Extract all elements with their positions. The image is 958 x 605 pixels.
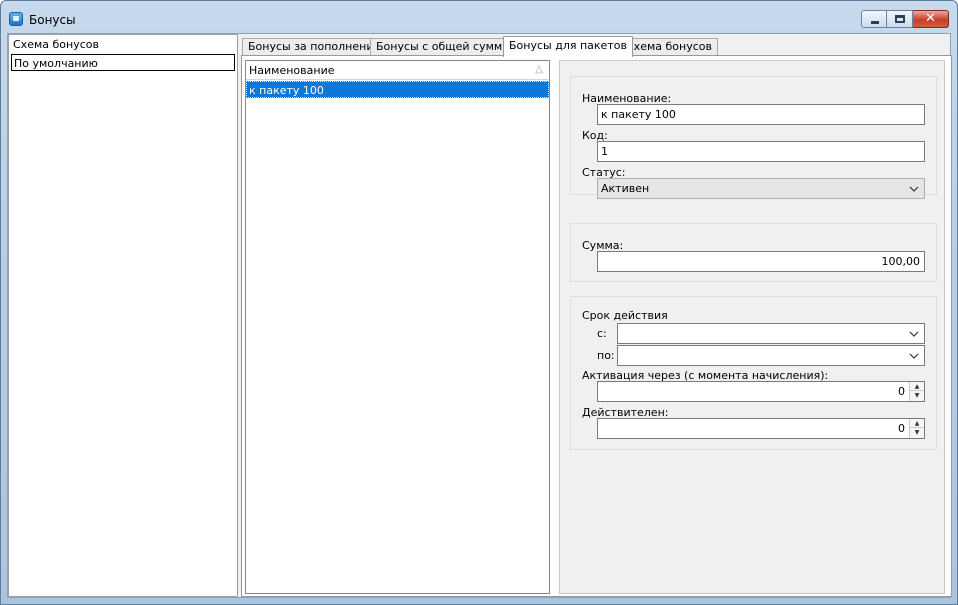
tab-total-sum-bonuses[interactable]: Бонусы с общей суммы xyxy=(370,38,517,56)
sort-ascending-icon: △ xyxy=(535,64,543,75)
minimize-button[interactable] xyxy=(861,10,887,28)
chevron-down-icon xyxy=(909,186,919,192)
sum-field[interactable]: 100,00 xyxy=(597,251,925,272)
valid-spinner[interactable]: 0 ▲ ▼ xyxy=(597,418,925,439)
activation-spinner[interactable]: 0 ▲ ▼ xyxy=(597,381,925,402)
tab-package-bonuses[interactable]: Бонусы для пакетов xyxy=(503,36,633,57)
caption-buttons: ✕ xyxy=(861,10,949,28)
title-bar[interactable]: Бонусы ✕ xyxy=(1,1,957,33)
grid-header-label: Наименование xyxy=(249,64,335,77)
minimize-icon xyxy=(871,21,879,24)
close-icon: ✕ xyxy=(925,11,936,26)
code-field[interactable]: 1 xyxy=(597,141,925,162)
valid-spin-buttons: ▲ ▼ xyxy=(909,419,924,438)
window-frame: Бонусы ✕ Схема бонусов По умолчанию Бону… xyxy=(0,0,958,605)
to-label: по: xyxy=(597,349,615,362)
name-field[interactable]: к пакету 100 xyxy=(597,104,925,125)
tab-page: Наименование △ к пакету 100 Наименование… xyxy=(241,55,952,597)
from-label: с: xyxy=(597,327,607,340)
date-to-select[interactable] xyxy=(617,345,925,366)
bonus-grid[interactable]: Наименование △ к пакету 100 xyxy=(245,60,550,594)
table-row[interactable]: к пакету 100 xyxy=(246,81,549,98)
period-label: Срок действия xyxy=(582,309,668,322)
scheme-list-item[interactable]: Схема бонусов xyxy=(11,36,235,53)
app-icon xyxy=(9,12,23,26)
status-value: Активен xyxy=(601,182,650,195)
maximize-button[interactable] xyxy=(887,10,913,28)
window-title: Бонусы xyxy=(29,13,76,27)
close-button[interactable]: ✕ xyxy=(913,10,949,28)
spin-down-icon[interactable]: ▼ xyxy=(910,428,924,437)
spin-up-icon[interactable]: ▲ xyxy=(910,419,924,428)
chevron-down-icon xyxy=(909,353,919,359)
maximize-icon xyxy=(895,15,905,23)
spin-up-icon[interactable]: ▲ xyxy=(910,382,924,391)
tab-topup-bonuses[interactable]: Бонусы за пополнение xyxy=(242,38,387,56)
client-area: Схема бонусов По умолчанию Бонусы за поп… xyxy=(7,33,952,598)
grid-header-name[interactable]: Наименование △ xyxy=(246,61,549,80)
chevron-down-icon xyxy=(909,331,919,337)
scheme-list-item-selected[interactable]: По умолчанию xyxy=(11,54,235,71)
valid-value: 0 xyxy=(898,422,905,435)
general-group: Наименование: к пакету 100 Код: 1 Статус… xyxy=(570,76,937,199)
validity-group: Срок действия с: по: Активация через (с … xyxy=(570,296,937,450)
status-select[interactable]: Активен xyxy=(597,178,925,199)
tab-bonus-scheme[interactable]: Схема бонусов xyxy=(620,38,718,56)
date-from-select[interactable] xyxy=(617,323,925,344)
spin-down-icon[interactable]: ▼ xyxy=(910,391,924,400)
detail-panel: Наименование: к пакету 100 Код: 1 Статус… xyxy=(559,60,945,594)
scheme-list[interactable]: Схема бонусов По умолчанию xyxy=(8,34,238,597)
activation-value: 0 xyxy=(898,385,905,398)
activation-spin-buttons: ▲ ▼ xyxy=(909,382,924,401)
sum-group: Сумма: 100,00 xyxy=(570,223,937,282)
